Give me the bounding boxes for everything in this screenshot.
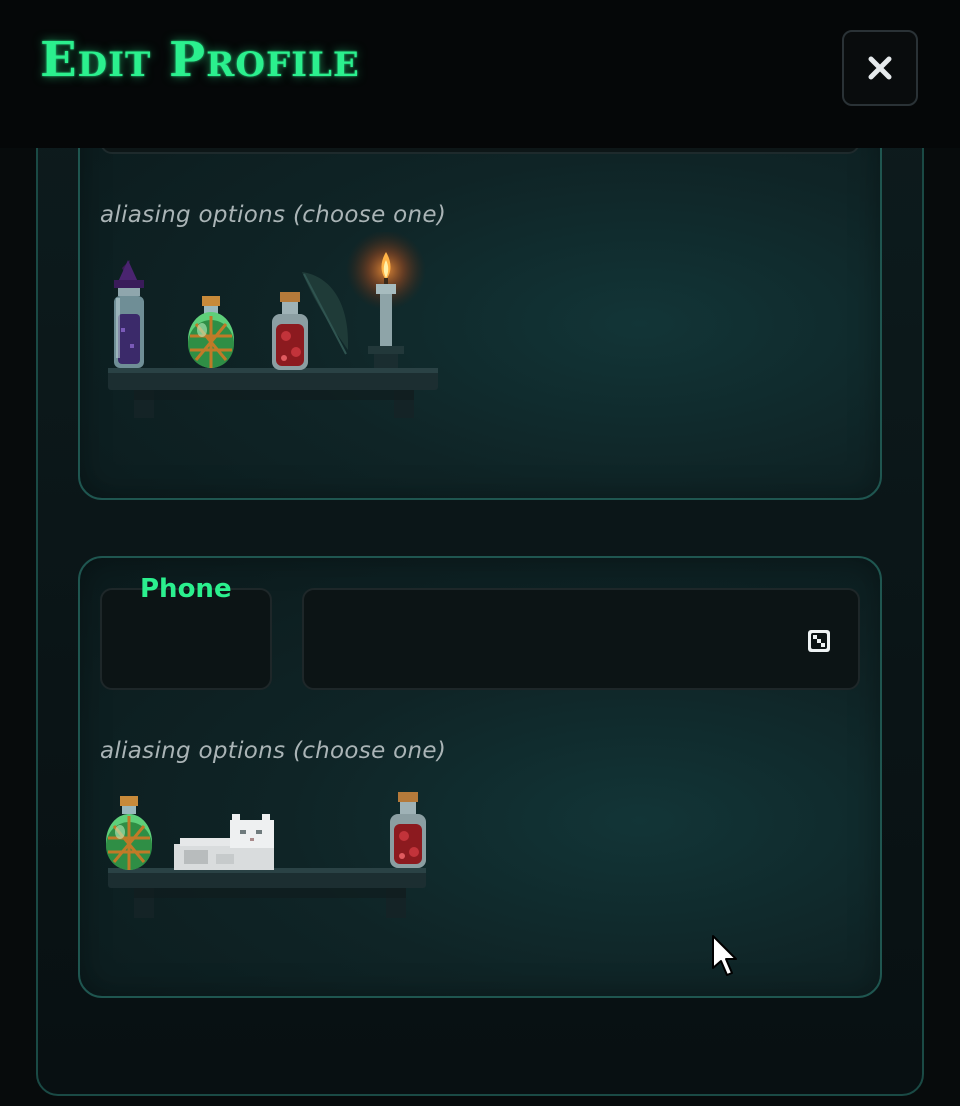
- wooden-shelf: [108, 868, 426, 918]
- white-cat-icon[interactable]: [174, 814, 274, 870]
- aliasing-options-label: aliasing options (choose one): [100, 738, 447, 764]
- page-title: Edit Profile: [40, 32, 360, 88]
- red-potion-icon[interactable]: [390, 792, 426, 868]
- wizard-hat-potion-icon[interactable]: [114, 260, 144, 368]
- wooden-shelf: [108, 368, 438, 418]
- modal-header: Edit Profile: [0, 0, 960, 148]
- candle-icon[interactable]: [346, 232, 426, 368]
- quill-icon[interactable]: [302, 272, 349, 355]
- aliasing-options-label: aliasing options (choose one): [100, 202, 447, 228]
- phone-field-label: Phone: [140, 574, 232, 604]
- close-icon: [868, 56, 892, 80]
- mouse-cursor-icon: [712, 935, 737, 976]
- close-button[interactable]: [842, 30, 918, 106]
- phone-number-input[interactable]: [320, 610, 784, 672]
- green-potion-icon[interactable]: [106, 796, 152, 870]
- red-potion-icon[interactable]: [272, 292, 308, 370]
- green-potion-icon[interactable]: [188, 296, 234, 368]
- aliasing-options-shelf[interactable]: [104, 784, 444, 924]
- edit-profile-modal: aliasing options (choose one) Phone alia…: [0, 0, 960, 1106]
- aliasing-options-shelf[interactable]: [104, 232, 444, 432]
- randomize-dice-icon[interactable]: [806, 628, 832, 654]
